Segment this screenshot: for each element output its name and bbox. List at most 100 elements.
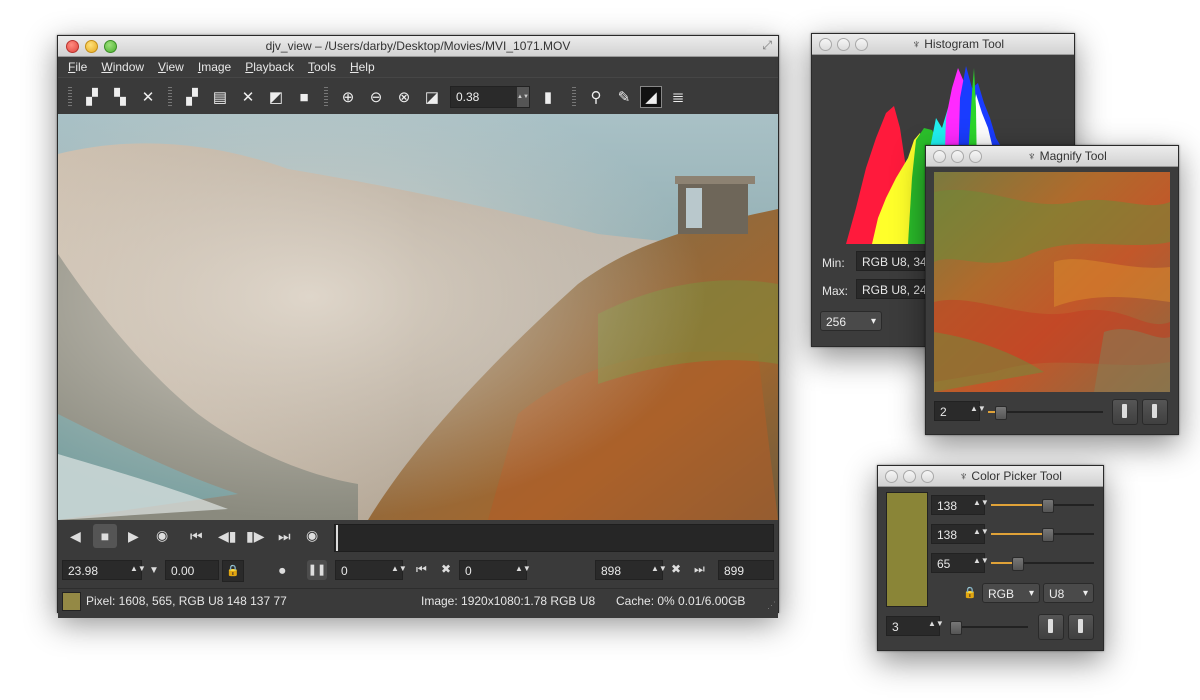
menu-help[interactable]: Help [348,57,381,77]
close-window-icon[interactable]: ✕ [136,85,160,109]
sample-size-slider[interactable] [950,621,1028,635]
status-bar: Pixel: 1608, 565, RGB U8 148 137 77 Imag… [58,588,778,613]
menu-playback[interactable]: Playback [243,57,300,77]
color-picker-icon[interactable]: ✎ [612,85,636,109]
start-frame-icon[interactable]: ⏮ [190,528,203,545]
clear-out-icon[interactable]: ✖ [671,562,681,576]
green-slider[interactable] [991,528,1094,542]
bins-select[interactable]: 256 [820,311,882,332]
max-value: RGB U8, 24 [862,283,927,297]
fullscreen-icon[interactable]: ⤢ [762,38,772,53]
toolbar-grip[interactable] [324,87,328,107]
main-titlebar: djv_view – /Users/darby/Desktop/Movies/M… [58,36,778,57]
main-window: djv_view – /Users/darby/Desktop/Movies/M… [57,35,779,618]
menu-image[interactable]: Image [196,57,237,77]
color-format-select[interactable]: RGB [982,583,1040,604]
menubar: File Window View Image Playback Tools He… [58,57,778,77]
play-reverse-icon[interactable]: ◀ [70,528,81,545]
in-point-stepper[interactable]: ▲▼ [515,564,531,573]
image-canvas [58,114,778,520]
stop-icon[interactable]: ■ [93,524,117,548]
green-stepper[interactable]: ▲▼ [973,527,989,536]
menu-window[interactable]: Window [99,57,150,77]
color-type-select[interactable]: U8 [1043,583,1094,604]
clear-in-icon[interactable]: ✖ [441,562,451,576]
timeline-slider[interactable] [334,524,774,552]
blue-stepper[interactable]: ▲▼ [973,556,989,565]
histogram-title: Histogram Tool [924,37,1005,51]
magnify-zoom-slider[interactable] [988,406,1103,420]
green-knob[interactable] [1041,528,1054,542]
toolbar-grip[interactable] [168,87,172,107]
color-picker-fit-button[interactable] [1038,614,1064,640]
resize-grip-icon[interactable]: ⋰ [767,600,776,611]
sample-size-knob[interactable] [950,621,962,635]
in-point-value: 0 [465,564,472,578]
magnify-zoom-stepper[interactable]: ▲▼ [970,404,986,413]
menu-tools[interactable]: Tools [306,57,342,77]
speed-menu-icon[interactable]: ▼ [149,565,159,576]
red-knob[interactable] [1041,499,1054,513]
zoom-in-icon[interactable]: ⊕ [336,85,360,109]
window-title: djv_view – /Users/darby/Desktop/Movies/M… [265,39,571,53]
menu-view[interactable]: View [156,57,190,77]
end-frame-icon[interactable]: ⏭ [278,528,291,545]
new-window-icon[interactable]: ▞ [80,85,104,109]
toolbar-grip[interactable] [572,87,576,107]
main-toolbar: ▞ ▚ ✕ ▞ ▤ ✕ ◩ ■ ⊕ ⊖ ⊗ ◪ 0.38 ▲▼ ▮ ⚲ ✎ ◢ … [58,77,778,116]
zoom-reset-icon[interactable]: ⊗ [392,85,416,109]
zoom-fit-icon[interactable]: ◪ [420,85,444,109]
copy-window-icon[interactable]: ▚ [108,85,132,109]
color-format-value: RGB [988,587,1015,601]
magnify-view [934,172,1170,392]
frame-loop-icon[interactable]: ◉ [306,527,318,544]
out-point-icon[interactable]: ⏭ [694,562,705,577]
fit-icon[interactable]: ▮ [536,85,560,109]
speed-value: 23.98 [68,564,99,578]
zoom-input[interactable]: 0.38 ▲▼ [450,86,530,108]
cache-info: Cache: 0% 0.01/6.00GB [616,594,746,608]
zoom-out-icon[interactable]: ⊖ [364,85,388,109]
green-value: 138 [937,528,958,542]
next-frame-icon[interactable]: ▮▶ [246,528,264,545]
play-forward-icon[interactable]: ▶ [128,528,139,545]
prev-frame-icon[interactable]: ◀▮ [218,528,236,545]
remove-layer-icon[interactable]: ✕ [236,85,260,109]
audio-icon[interactable]: ⏺ [279,563,286,579]
djv-logo-icon: ♆ [1027,149,1040,163]
in-point-icon[interactable]: ⏮ [416,562,427,577]
speed-stepper[interactable]: ▲▼ [130,564,146,573]
zoom-stepper[interactable]: ▲▼ [517,87,529,107]
color-picker-reset-button[interactable] [1068,614,1094,640]
menu-file[interactable]: File [66,57,93,77]
magnify-reset-button[interactable] [1142,399,1168,425]
loop-icon[interactable]: ◉ [156,527,168,544]
frame-fill-icon[interactable]: ■ [292,85,316,109]
frame-icon[interactable]: ◩ [264,85,288,109]
out-point-stepper[interactable]: ▲▼ [651,564,667,573]
djv-logo-icon: ♆ [911,37,925,51]
magnify-fit-button[interactable] [1112,399,1138,425]
red-slider[interactable] [991,499,1094,513]
frame-stepper[interactable]: ▲▼ [391,564,407,573]
histogram-icon[interactable]: ◢ [640,86,662,108]
lock-icon[interactable]: 🔒 [222,560,244,582]
lock-icon[interactable]: 🔒 [963,586,977,599]
toolbar-grip[interactable] [68,87,72,107]
layers-icon[interactable]: ▤ [208,85,232,109]
blue-slider[interactable] [991,557,1094,571]
red-stepper[interactable]: ▲▼ [973,498,989,507]
blue-knob[interactable] [1011,557,1024,571]
fps-value: 0.00 [171,564,195,578]
pixel-swatch [62,592,81,611]
pause-icon[interactable]: ❚❚ [307,560,327,580]
fit-window-icon[interactable]: ▞ [180,85,204,109]
timeline-playhead[interactable] [336,525,338,551]
magnify-zoom-knob[interactable] [994,406,1007,420]
magnify-tool-icon[interactable]: ⚲ [584,85,608,109]
image-viewport[interactable] [58,114,778,520]
info-icon[interactable]: ≣ [666,85,690,109]
djv-logo-icon: ♆ [959,469,972,483]
image-info: Image: 1920x1080:1.78 RGB U8 [421,594,596,608]
sample-size-stepper[interactable]: ▲▼ [928,619,944,628]
